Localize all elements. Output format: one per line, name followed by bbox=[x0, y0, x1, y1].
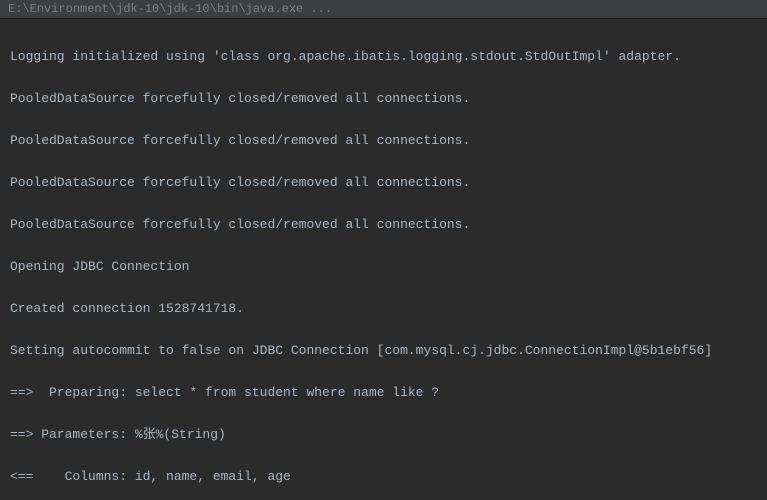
log-line: ==> Parameters: %张%(String) bbox=[10, 424, 757, 445]
log-line: Logging initialized using 'class org.apa… bbox=[10, 46, 757, 67]
log-line: PooledDataSource forcefully closed/remov… bbox=[10, 130, 757, 151]
log-line: ==> Preparing: select * from student whe… bbox=[10, 382, 757, 403]
log-line: PooledDataSource forcefully closed/remov… bbox=[10, 172, 757, 193]
log-line: Setting autocommit to false on JDBC Conn… bbox=[10, 340, 757, 361]
title-bar: E:\Environment\jdk-10\jdk-10\bin\java.ex… bbox=[0, 0, 767, 19]
log-line: PooledDataSource forcefully closed/remov… bbox=[10, 214, 757, 235]
console-output: Logging initialized using 'class org.apa… bbox=[0, 19, 767, 500]
log-line: PooledDataSource forcefully closed/remov… bbox=[10, 88, 757, 109]
log-line: Created connection 1528741718. bbox=[10, 298, 757, 319]
log-line: Opening JDBC Connection bbox=[10, 256, 757, 277]
log-line: <== Columns: id, name, email, age bbox=[10, 466, 757, 487]
